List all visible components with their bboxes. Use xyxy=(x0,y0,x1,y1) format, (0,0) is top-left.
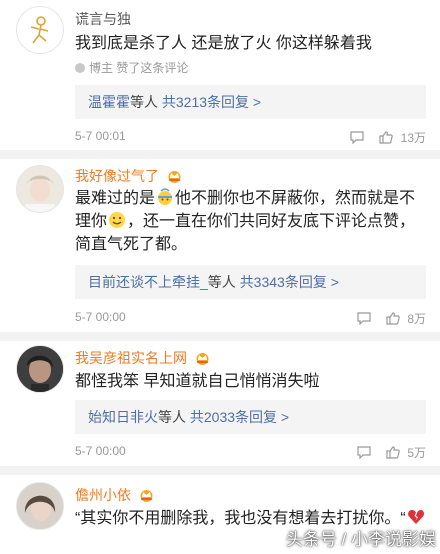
broken-heart-icon xyxy=(407,510,424,524)
username[interactable]: 我吴彦祖实名上网 xyxy=(75,348,211,368)
reply-summary[interactable]: 始知日非火等人 共2033条回复 > xyxy=(75,400,426,434)
like-icon[interactable] xyxy=(386,446,400,459)
watermark: 头条号 / 小李说影娱 xyxy=(285,530,436,549)
comment-icon[interactable] xyxy=(357,312,371,325)
like-count: 13万 xyxy=(400,131,426,145)
emoji-sweat-icon xyxy=(158,188,173,205)
emoji-smile-icon xyxy=(109,212,126,228)
comment-meta: 5-7 00:00 8万 xyxy=(75,310,426,326)
vip-crown-icon xyxy=(196,353,209,365)
vip-crown-icon xyxy=(168,171,181,183)
like-count: 5万 xyxy=(407,446,426,460)
divider xyxy=(0,332,440,341)
divider xyxy=(0,466,440,475)
avatar[interactable] xyxy=(16,6,64,54)
comment-text: 都怪我笨 早知道就自己悄悄消失啦 xyxy=(75,373,320,390)
reply-count[interactable]: 共3213条回复 > xyxy=(162,94,261,110)
reply-count[interactable]: 共3343条回复 > xyxy=(240,274,339,290)
comment-icon[interactable] xyxy=(350,131,364,144)
timestamp: 5-7 00:00 xyxy=(75,310,126,324)
comment-text: 最难过的是 他不删你也不屏蔽你，然而就是不理你 ，还一直在你们共同好友底下评论点赞，… xyxy=(75,188,416,253)
reply-summary[interactable]: 温霍霍等人 共3213条回复 > xyxy=(75,85,426,119)
reply-users[interactable]: 始知日非火 xyxy=(88,409,158,425)
reply-users[interactable]: 目前还谈不上牵挂_ xyxy=(88,274,208,290)
avatar[interactable] xyxy=(16,345,64,393)
comment-icon[interactable] xyxy=(357,446,371,459)
avatar[interactable] xyxy=(16,482,64,530)
comment-meta: 5-7 00:00 5万 xyxy=(75,444,426,460)
username[interactable]: 谎言与独 xyxy=(75,9,131,29)
comment-text: 我到底是杀了人 还是放了火 你这样躲着我 xyxy=(75,35,372,52)
username[interactable]: 我好像过气了 xyxy=(75,166,183,186)
reply-count[interactable]: 共2033条回复 > xyxy=(190,409,289,425)
author-avatar-icon xyxy=(75,63,85,73)
like-count: 8万 xyxy=(407,312,426,326)
vip-crown-icon xyxy=(140,490,153,502)
timestamp: 5-7 00:00 xyxy=(75,444,126,458)
username[interactable]: 儋州小依 xyxy=(75,485,155,505)
avatar[interactable] xyxy=(16,165,64,213)
reply-summary[interactable]: 目前还谈不上牵挂_等人 共3343条回复 > xyxy=(75,265,426,299)
divider xyxy=(0,150,440,159)
author-liked-label: 博主 赞了这条评论 xyxy=(75,59,188,76)
reply-users[interactable]: 温霍霍 xyxy=(88,94,130,110)
like-icon[interactable] xyxy=(386,312,400,325)
comment-meta: 5-7 00:01 13万 xyxy=(75,129,426,145)
timestamp: 5-7 00:01 xyxy=(75,129,126,143)
like-icon[interactable] xyxy=(379,131,394,144)
